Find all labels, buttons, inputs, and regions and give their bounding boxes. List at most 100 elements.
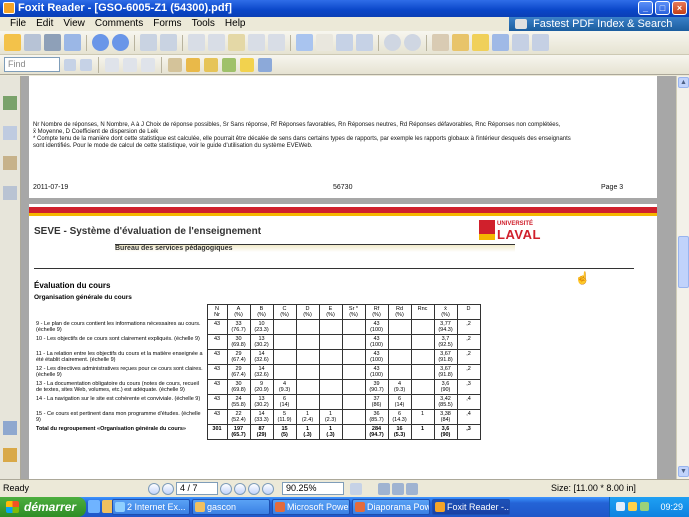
find-next-icon[interactable]	[80, 58, 92, 71]
continuous-icon[interactable]	[123, 57, 137, 72]
textbox-icon[interactable]	[222, 57, 236, 72]
ie-quicklaunch-icon[interactable]	[88, 500, 100, 513]
universite-laval-logo: UNIVERSITÉ LAVAL	[479, 220, 559, 244]
fit-page-icon[interactable]	[336, 34, 353, 51]
print-icon[interactable]	[44, 34, 61, 51]
document-view[interactable]: Nr Nombre de réponses, N Nombre, A à J C…	[21, 76, 676, 479]
fit-width-icon[interactable]	[356, 34, 373, 51]
facing-icon[interactable]	[141, 57, 155, 72]
comments-panel-icon[interactable]	[3, 421, 17, 435]
zoom-level-input[interactable]: 90.25%	[282, 482, 344, 495]
table-header-row: N Nr A (%) B (%) C (%) D (%) E (%) Sr * (%) Rf(…	[34, 304, 481, 320]
footer-code: 56730	[333, 184, 353, 191]
security-icon[interactable]	[640, 502, 649, 511]
note-icon[interactable]	[186, 57, 200, 72]
zoom-icon[interactable]	[296, 34, 313, 51]
volume-icon[interactable]	[628, 502, 637, 511]
undo-icon[interactable]	[248, 34, 265, 51]
cell-value	[295, 394, 320, 410]
cell-value: ,2	[456, 349, 481, 365]
pages-icon[interactable]	[3, 126, 17, 140]
forward-icon[interactable]	[160, 34, 177, 51]
snapshot-icon[interactable]	[452, 34, 469, 51]
view-facing-icon[interactable]	[406, 482, 418, 495]
bookmarks-icon[interactable]	[3, 96, 17, 110]
previous-page-icon[interactable]	[92, 34, 109, 51]
maximize-button[interactable]: □	[655, 1, 670, 15]
scroll-up-icon[interactable]: ▲	[678, 77, 689, 88]
menu-view[interactable]: View	[58, 17, 90, 31]
view-single-icon[interactable]	[378, 482, 390, 495]
cell-value: 37 (86)	[364, 394, 389, 410]
save-icon[interactable]	[24, 34, 41, 51]
attachments-icon[interactable]	[3, 186, 17, 200]
paste-icon[interactable]	[228, 34, 245, 51]
task-foxit-reader[interactable]: Foxit Reader -...	[432, 499, 510, 515]
menu-comments[interactable]: Comments	[90, 17, 148, 31]
ad-banner[interactable]: Fastest PDF Index & Search	[509, 17, 689, 31]
network-icon[interactable]	[616, 502, 625, 511]
last-page-button[interactable]	[234, 482, 246, 495]
menu-file[interactable]: File	[5, 17, 31, 31]
comment-icon[interactable]	[240, 57, 254, 72]
history-back-button[interactable]	[248, 482, 260, 495]
minimize-button[interactable]: _	[638, 1, 653, 15]
arrow-icon[interactable]	[258, 57, 272, 72]
menu-help[interactable]: Help	[220, 17, 251, 31]
start-button[interactable]: démarrer	[0, 497, 86, 517]
text-select-icon[interactable]	[432, 34, 449, 51]
cell-value	[387, 319, 412, 335]
find-input[interactable]: Find	[4, 57, 60, 72]
task-powerpoint[interactable]: Microsoft Powe...	[272, 499, 350, 515]
typewriter-icon[interactable]	[492, 34, 509, 51]
annotation-icon[interactable]	[168, 57, 182, 72]
zoom-dropdown-icon[interactable]	[316, 34, 333, 51]
zoom-out-icon[interactable]	[384, 34, 401, 51]
status-ready: Ready	[3, 483, 30, 493]
task-diaporama[interactable]: Diaporama Pow...	[352, 499, 430, 515]
menu-edit[interactable]: Edit	[31, 17, 58, 31]
zoom-dropdown-button[interactable]	[350, 482, 362, 495]
open-icon[interactable]	[4, 34, 21, 51]
view-continuous-icon[interactable]	[392, 482, 404, 495]
cut-icon[interactable]	[188, 34, 205, 51]
vertical-scrollbar[interactable]: ▲ ▼	[676, 76, 689, 479]
redo-icon[interactable]	[268, 34, 285, 51]
find-previous-icon[interactable]	[64, 58, 76, 71]
taskbar: démarrer 2 Internet Ex... gascon Microso…	[0, 497, 689, 517]
foxit-icon	[435, 502, 445, 512]
next-page-button[interactable]	[220, 482, 232, 495]
page-number-input[interactable]: 4 / 7	[176, 482, 218, 495]
first-page-button[interactable]	[148, 482, 160, 495]
image-icon[interactable]	[512, 34, 529, 51]
cell-value: 5 (11.9)	[272, 409, 297, 425]
prev-page-button[interactable]	[162, 482, 174, 495]
cell-value	[318, 379, 343, 395]
table-row: 10 - Les objectifs de ce cours sont clai…	[34, 334, 481, 350]
history-forward-button[interactable]	[262, 482, 274, 495]
task-internet-explorer[interactable]: 2 Internet Ex...	[112, 499, 190, 515]
zoom-in-icon[interactable]	[404, 34, 421, 51]
camera-icon[interactable]	[532, 34, 549, 51]
cell-value: 284 (94.7)	[364, 424, 389, 440]
cell-value: 43 (100)	[364, 319, 389, 335]
cell-value: 1 (2.4)	[295, 409, 320, 425]
close-button[interactable]: ×	[672, 1, 687, 15]
pencil-icon[interactable]	[204, 57, 218, 72]
email-icon[interactable]	[64, 34, 81, 51]
layers-icon[interactable]	[3, 156, 17, 170]
task-gascon[interactable]: gascon	[192, 499, 270, 515]
copy-icon[interactable]	[208, 34, 225, 51]
menu-forms[interactable]: Forms	[148, 17, 186, 31]
cell-value: 4 (9.3)	[387, 379, 412, 395]
menu-tools[interactable]: Tools	[187, 17, 220, 31]
hand-tool-icon[interactable]	[472, 34, 489, 51]
back-icon[interactable]	[140, 34, 157, 51]
next-page-icon[interactable]	[112, 34, 129, 51]
question-text: 14 - La navigation sur le site est cohér…	[34, 394, 208, 410]
single-page-icon[interactable]	[105, 57, 119, 72]
scroll-down-icon[interactable]: ▼	[678, 466, 689, 477]
attachment-clip-icon[interactable]	[3, 448, 17, 462]
scroll-thumb[interactable]	[678, 236, 689, 288]
cell-value: 1	[410, 424, 435, 440]
